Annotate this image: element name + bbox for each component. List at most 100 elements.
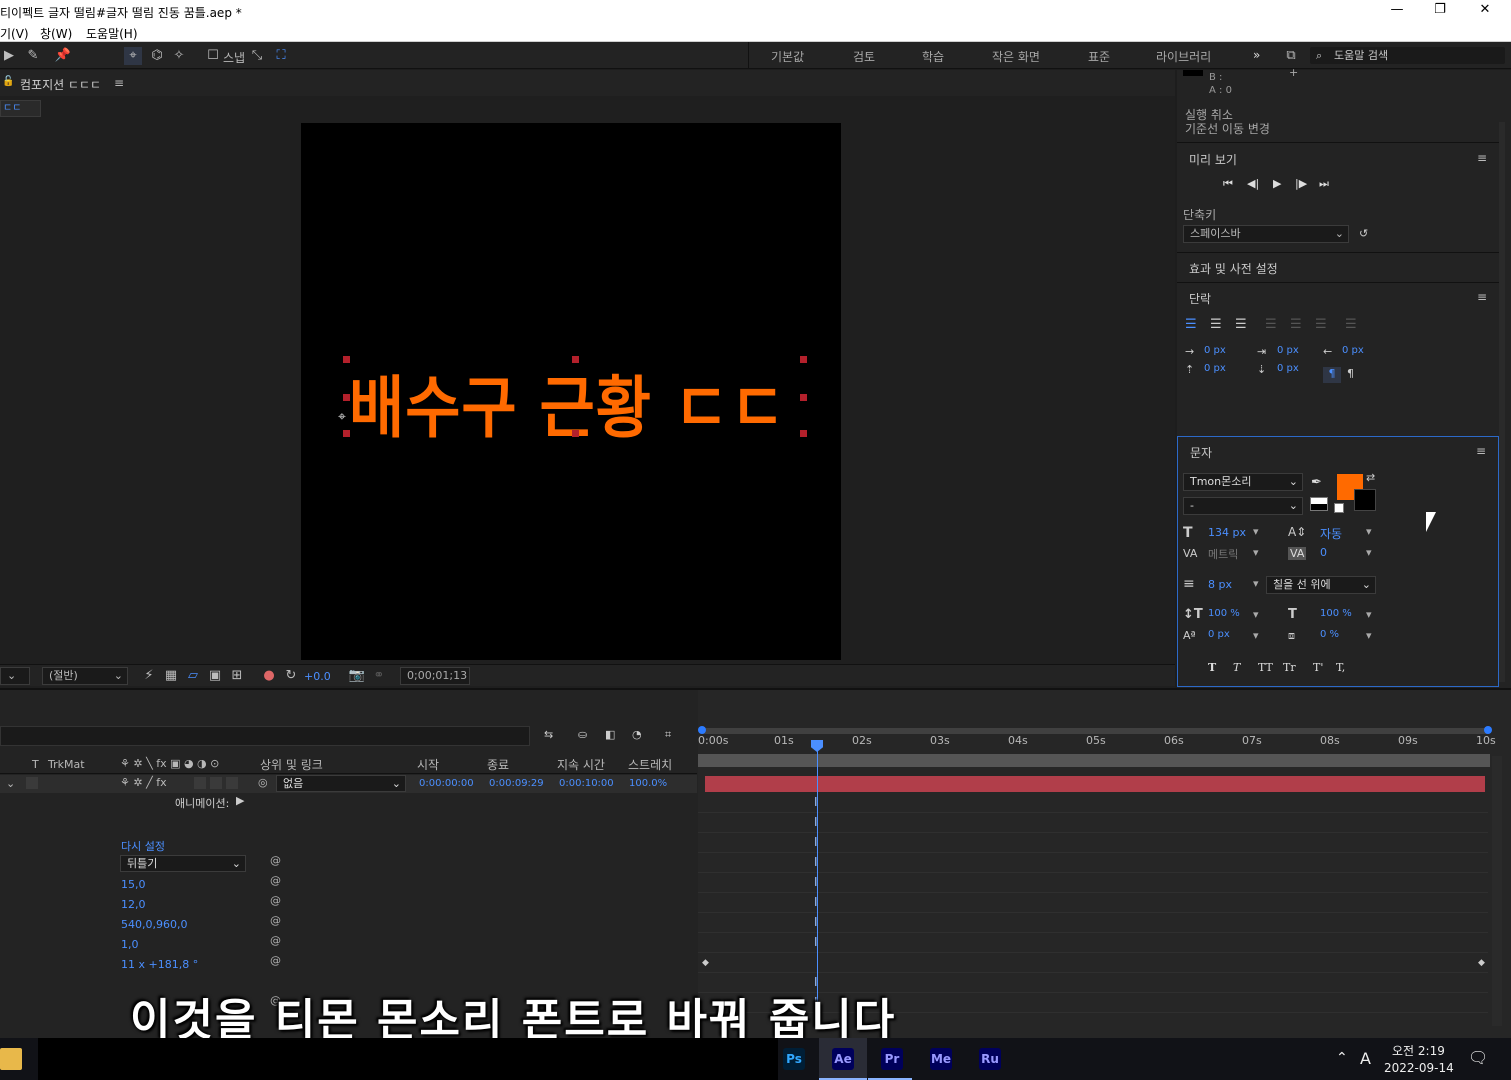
clock-date[interactable]: 2022-09-14 (1384, 1061, 1454, 1075)
workspace-more-icon[interactable]: » (1253, 48, 1260, 62)
baseline-shift-value[interactable]: 0 px (1208, 629, 1230, 640)
right-panel-scrollbar[interactable] (1499, 122, 1505, 682)
menu-window[interactable]: 창(W) (40, 25, 72, 42)
play-icon[interactable]: ▶ (1273, 177, 1281, 190)
layer-out-point[interactable]: 0:00:09:29 (489, 778, 544, 789)
chevron-down-icon[interactable]: ▾ (1366, 629, 1372, 642)
property-value-5[interactable]: 11 x +181,8 ° (121, 958, 198, 971)
chevron-down-icon[interactable]: ▾ (1253, 629, 1259, 642)
current-time-display[interactable]: 0;00;01;13 (400, 667, 470, 685)
label-color-box[interactable] (26, 777, 38, 789)
work-area-start-handle[interactable] (698, 726, 706, 734)
play-tool-icon[interactable]: ▶ (0, 47, 18, 65)
twirl-icon[interactable]: ⌄ (6, 777, 15, 790)
tsume-value[interactable]: 0 % (1320, 629, 1339, 640)
comp-flow-tab[interactable]: ㄷㄷ (0, 100, 41, 117)
chevron-down-icon[interactable]: ▾ (1366, 608, 1372, 621)
puppet-tool-icon[interactable]: ⌖ (124, 47, 142, 65)
align-left-icon[interactable]: ☰ (1185, 317, 1197, 332)
workspace-learn[interactable]: 학습 (922, 48, 944, 65)
transparency-grid-icon[interactable]: ▦ (162, 667, 180, 685)
chevron-down-icon[interactable]: ▾ (1366, 525, 1372, 538)
premiere-rush-app-icon[interactable]: Ru (979, 1048, 1001, 1070)
justify-right-icon[interactable]: ☰ (1315, 317, 1327, 332)
time-ruler[interactable]: 0:00s 01s 02s 03s 04s 05s 06s 07s 08s 09… (698, 734, 1498, 752)
snap-checkbox[interactable]: ☐ (204, 47, 222, 65)
keyframe-icon[interactable]: ◆ (1478, 958, 1485, 968)
workspace-standard[interactable]: 표준 (1088, 48, 1110, 65)
expression-pickwhip-icon[interactable]: @ (270, 874, 281, 887)
shy-icon[interactable]: ◧ (605, 728, 615, 741)
panel-menu-icon[interactable]: ≡ (1477, 151, 1487, 165)
channel-icon[interactable]: ● (260, 667, 278, 685)
first-frame-icon[interactable]: ⏮ (1223, 177, 1233, 191)
parent-dropdown[interactable]: 없음 ⌄ (276, 775, 406, 792)
bbox-handle[interactable] (343, 356, 350, 363)
tracking-value[interactable]: 0 (1320, 546, 1327, 559)
expression-pickwhip-icon[interactable]: @ (270, 854, 281, 867)
sync-settings-icon[interactable]: ⧉ (1282, 47, 1300, 65)
bbox-handle[interactable] (343, 394, 350, 401)
pin-tool-icon[interactable]: 📌 (54, 47, 72, 65)
mask-visibility-icon[interactable]: ▱ (184, 667, 202, 685)
chevron-down-icon[interactable]: ▾ (1253, 608, 1259, 621)
after-effects-app-icon[interactable]: Ae (832, 1048, 854, 1070)
magnification-dropdown[interactable]: ⌄ (0, 667, 30, 685)
workspace-review[interactable]: 검토 (853, 48, 875, 65)
vertical-scale-value[interactable]: 100 % (1208, 608, 1240, 619)
expression-pickwhip-icon[interactable]: @ (270, 954, 281, 967)
superscript-button[interactable]: T' (1313, 661, 1323, 674)
menu-help[interactable]: 도움말(H) (86, 25, 138, 42)
last-frame-icon[interactable]: ⏭ (1319, 177, 1329, 191)
justify-center-icon[interactable]: ☰ (1290, 317, 1302, 332)
space-after-value[interactable]: 0 px (1277, 363, 1299, 374)
comp-mini-flow-icon[interactable]: ⇆ (544, 728, 553, 741)
minimize-button[interactable]: — (1382, 2, 1412, 20)
layer-duration[interactable]: 0:00:10:00 (559, 778, 614, 789)
font-size-value[interactable]: 134 px (1208, 526, 1246, 539)
premiere-app-icon[interactable]: Pr (881, 1048, 903, 1070)
stroke-width-value[interactable]: 8 px (1208, 578, 1232, 591)
property-value-4[interactable]: 1,0 (121, 938, 139, 951)
lock-icon[interactable]: 🔓 (2, 76, 14, 87)
workspace-default[interactable]: 기본값 (771, 48, 804, 65)
bbox-handle[interactable] (572, 430, 579, 437)
animate-play-icon[interactable]: ▶ (236, 794, 244, 807)
pickwhip-icon[interactable]: ◎ (258, 776, 268, 789)
puppet-overlap-icon[interactable]: ⌬ (148, 47, 166, 65)
media-encoder-app-icon[interactable]: Me (930, 1048, 952, 1070)
property-value-3[interactable]: 540,0,960,0 (121, 918, 187, 931)
expression-pickwhip-icon[interactable]: @ (270, 934, 281, 947)
timeline-scrollbar[interactable] (1492, 756, 1502, 1026)
font-style-dropdown[interactable]: - ⌄ (1183, 497, 1303, 515)
chevron-down-icon[interactable]: ▾ (1253, 577, 1259, 590)
property-value-2[interactable]: 12,0 (121, 898, 146, 911)
bbox-handle[interactable] (800, 356, 807, 363)
effects-presets-title[interactable]: 효과 및 사전 설정 (1189, 260, 1278, 277)
help-search-input[interactable]: ⌕ 도움말 검색 (1310, 47, 1505, 64)
expression-pickwhip-icon[interactable]: @ (270, 914, 281, 927)
indent-left-value[interactable]: 0 px (1204, 345, 1226, 356)
bbox-handle[interactable] (800, 394, 807, 401)
layer-search-input[interactable] (0, 726, 530, 746)
show-snapshot-icon[interactable]: ⚭ (370, 667, 388, 685)
motion-blur-icon[interactable]: ◔ (632, 728, 642, 741)
no-color-icon[interactable] (1334, 503, 1344, 513)
restore-button[interactable]: ❐ (1425, 2, 1455, 20)
prev-frame-icon[interactable]: ◀| (1247, 177, 1259, 190)
roi-icon[interactable]: ▣ (206, 667, 224, 685)
snap-grid-icon[interactable]: ⛶ (272, 47, 290, 65)
switch-box[interactable] (210, 777, 222, 789)
layer-in-point[interactable]: 0:00:00:00 (419, 778, 474, 789)
indent-right-value[interactable]: 0 px (1342, 345, 1364, 356)
composition-tab[interactable]: 컴포지션 ㄷㄷㄷ (20, 76, 101, 93)
switch-box[interactable] (226, 777, 238, 789)
grid-guides-icon[interactable]: ⊞ (228, 667, 246, 685)
leading-value[interactable]: 자동 (1320, 525, 1342, 542)
subscript-button[interactable]: T, (1336, 661, 1345, 674)
kerning-value[interactable]: 메트릭 (1208, 546, 1238, 562)
draft-3d-icon[interactable]: ⛀ (578, 728, 587, 741)
canvas-text-layer[interactable]: 배수구 근황 ㄷㄷ (349, 354, 786, 451)
anchor-point-icon[interactable]: ⌖ (338, 409, 346, 425)
menu-view[interactable]: 기(V) (0, 25, 29, 42)
